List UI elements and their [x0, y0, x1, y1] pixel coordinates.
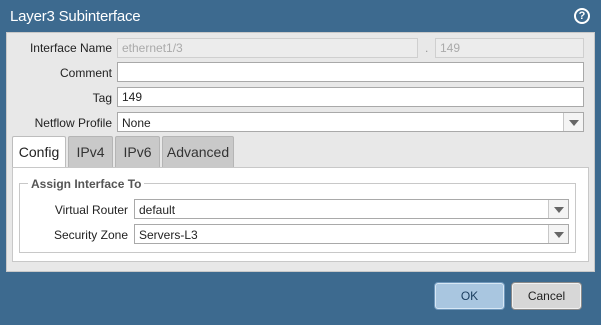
netflow-profile-label: Netflow Profile: [34, 116, 112, 130]
tab-ipv6[interactable]: IPv6: [115, 136, 160, 167]
security-zone-label: Security Zone: [53, 228, 128, 242]
security-zone-select[interactable]: Servers-L3: [134, 224, 569, 244]
tag-field[interactable]: [117, 87, 584, 107]
chevron-down-icon[interactable]: [563, 113, 583, 131]
assign-interface-legend: Assign Interface To: [28, 177, 145, 191]
virtual-router-select[interactable]: default: [134, 199, 569, 219]
subinterface-number-field[interactable]: [435, 38, 584, 58]
netflow-profile-value: None: [122, 116, 151, 130]
security-zone-value: Servers-L3: [139, 228, 198, 242]
interface-name-separator: .: [425, 41, 429, 55]
subinterface-dialog: Layer3 Subinterface ? Interface Name . C…: [0, 0, 601, 325]
virtual-router-value: default: [139, 203, 176, 217]
comment-label: Comment: [59, 66, 112, 80]
chevron-down-icon[interactable]: [548, 200, 568, 218]
title-bar[interactable]: Layer3 Subinterface ?: [0, 0, 601, 32]
cancel-button[interactable]: Cancel: [511, 282, 582, 310]
tab-ipv4[interactable]: IPv4: [68, 136, 113, 167]
tag-label: Tag: [92, 91, 112, 105]
ok-button[interactable]: OK: [434, 282, 505, 310]
chevron-down-icon[interactable]: [548, 225, 568, 243]
tab-config[interactable]: Config: [12, 136, 66, 168]
virtual-router-label: Virtual Router: [54, 203, 128, 217]
comment-field[interactable]: [117, 62, 584, 82]
interface-name-label: Interface Name: [29, 41, 112, 55]
help-icon[interactable]: ?: [574, 8, 590, 24]
dialog-title: Layer3 Subinterface: [10, 8, 141, 25]
tab-advanced[interactable]: Advanced: [162, 136, 234, 167]
netflow-profile-select[interactable]: None: [117, 112, 584, 132]
interface-name-field[interactable]: [117, 38, 418, 58]
